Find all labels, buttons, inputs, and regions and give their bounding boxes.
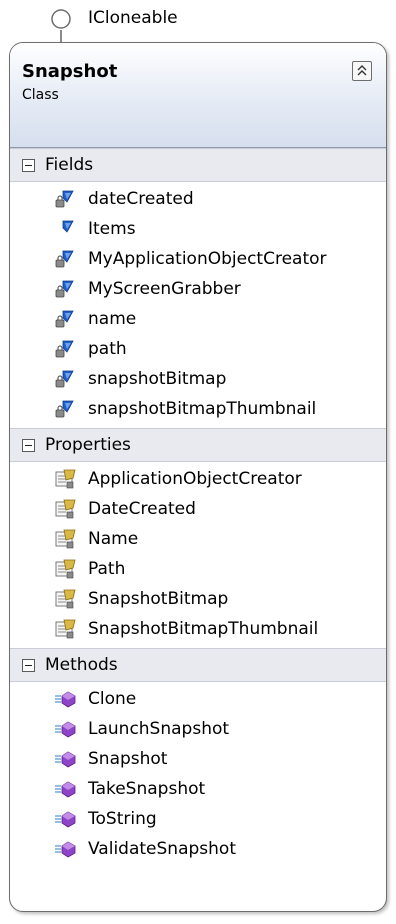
class-header[interactable]: Snapshot Class: [10, 43, 386, 148]
class-name: Snapshot: [22, 61, 118, 82]
member-name: Snapshot: [88, 749, 168, 769]
member-name: SnapshotBitmapThumbnail: [88, 619, 319, 639]
field-member[interactable]: MyScreenGrabber: [10, 274, 386, 304]
field-member[interactable]: Items: [10, 214, 386, 244]
propertie-member[interactable]: SnapshotBitmapThumbnail: [10, 614, 386, 644]
collapse-chevron-icon[interactable]: [352, 61, 372, 81]
private-field-icon: [54, 368, 76, 390]
method-member[interactable]: TakeSnapshot: [10, 774, 386, 804]
member-name: TakeSnapshot: [88, 779, 206, 799]
propertie-member[interactable]: Path: [10, 554, 386, 584]
section-label: Methods: [45, 655, 118, 675]
class-kind: Class: [22, 87, 59, 103]
member-name: MyApplicationObjectCreator: [88, 249, 327, 269]
interface-name: ICloneable: [88, 8, 178, 28]
private-field-icon: [54, 398, 76, 420]
method-icon: [54, 808, 76, 830]
member-name: LaunchSnapshot: [88, 719, 230, 739]
member-name: path: [88, 339, 127, 359]
section-header-fields[interactable]: Fields: [10, 148, 386, 182]
member-name: ValidateSnapshot: [88, 839, 236, 859]
method-member[interactable]: LaunchSnapshot: [10, 714, 386, 744]
private-field-icon: [54, 308, 76, 330]
member-name: dateCreated: [88, 189, 194, 209]
method-member[interactable]: ValidateSnapshot: [10, 834, 386, 864]
member-name: Clone: [88, 689, 137, 709]
method-icon: [54, 688, 76, 710]
private-field-icon: [54, 248, 76, 270]
section-header-properties[interactable]: Properties: [10, 428, 386, 462]
method-member[interactable]: Snapshot: [10, 744, 386, 774]
member-name: ApplicationObjectCreator: [88, 469, 302, 489]
properties-list: ApplicationObjectCreator DateCreated Name P…: [10, 462, 386, 648]
private-field-icon: [54, 278, 76, 300]
method-icon: [54, 778, 76, 800]
collapse-toggle-icon[interactable]: [22, 158, 35, 172]
method-member[interactable]: ToString: [10, 804, 386, 834]
section-label: Fields: [45, 155, 94, 175]
field-member[interactable]: name: [10, 304, 386, 334]
property-icon: [54, 528, 76, 550]
private-field-icon: [54, 338, 76, 360]
interface-lollipop-icon: [51, 9, 71, 29]
member-name: MyScreenGrabber: [88, 279, 241, 299]
member-name: snapshotBitmapThumbnail: [88, 399, 317, 419]
methods-list: Clone LaunchSnapshot Snapshot TakeSnapshot T…: [10, 682, 386, 868]
fields-list: dateCreated Items MyApplicationObjectCreat…: [10, 182, 386, 428]
member-name: Name: [88, 529, 139, 549]
method-member[interactable]: Clone: [10, 684, 386, 714]
collapse-toggle-icon[interactable]: [22, 658, 35, 672]
section-header-methods[interactable]: Methods: [10, 648, 386, 682]
section-label: Properties: [45, 435, 131, 455]
property-icon: [54, 618, 76, 640]
field-member[interactable]: snapshotBitmap: [10, 364, 386, 394]
collapse-toggle-icon[interactable]: [22, 438, 35, 452]
propertie-member[interactable]: ApplicationObjectCreator: [10, 464, 386, 494]
private-field-icon: [54, 188, 76, 210]
propertie-member[interactable]: DateCreated: [10, 494, 386, 524]
method-icon: [54, 718, 76, 740]
property-icon: [54, 588, 76, 610]
method-icon: [54, 838, 76, 860]
member-name: ToString: [88, 809, 157, 829]
member-name: SnapshotBitmap: [88, 589, 229, 609]
property-icon: [54, 498, 76, 520]
propertie-member[interactable]: Name: [10, 524, 386, 554]
member-name: name: [88, 309, 137, 329]
field-member[interactable]: dateCreated: [10, 184, 386, 214]
field-member[interactable]: path: [10, 334, 386, 364]
field-member[interactable]: MyApplicationObjectCreator: [10, 244, 386, 274]
property-icon: [54, 558, 76, 580]
method-icon: [54, 748, 76, 770]
property-icon: [54, 468, 76, 490]
public-field-icon: [54, 218, 76, 240]
member-name: snapshotBitmap: [88, 369, 227, 389]
field-member[interactable]: snapshotBitmapThumbnail: [10, 394, 386, 424]
class-shape[interactable]: Snapshot Class Fields dateCreated Items My…: [9, 42, 387, 912]
member-name: DateCreated: [88, 499, 196, 519]
member-name: Items: [88, 219, 136, 239]
member-name: Path: [88, 559, 126, 579]
propertie-member[interactable]: SnapshotBitmap: [10, 584, 386, 614]
